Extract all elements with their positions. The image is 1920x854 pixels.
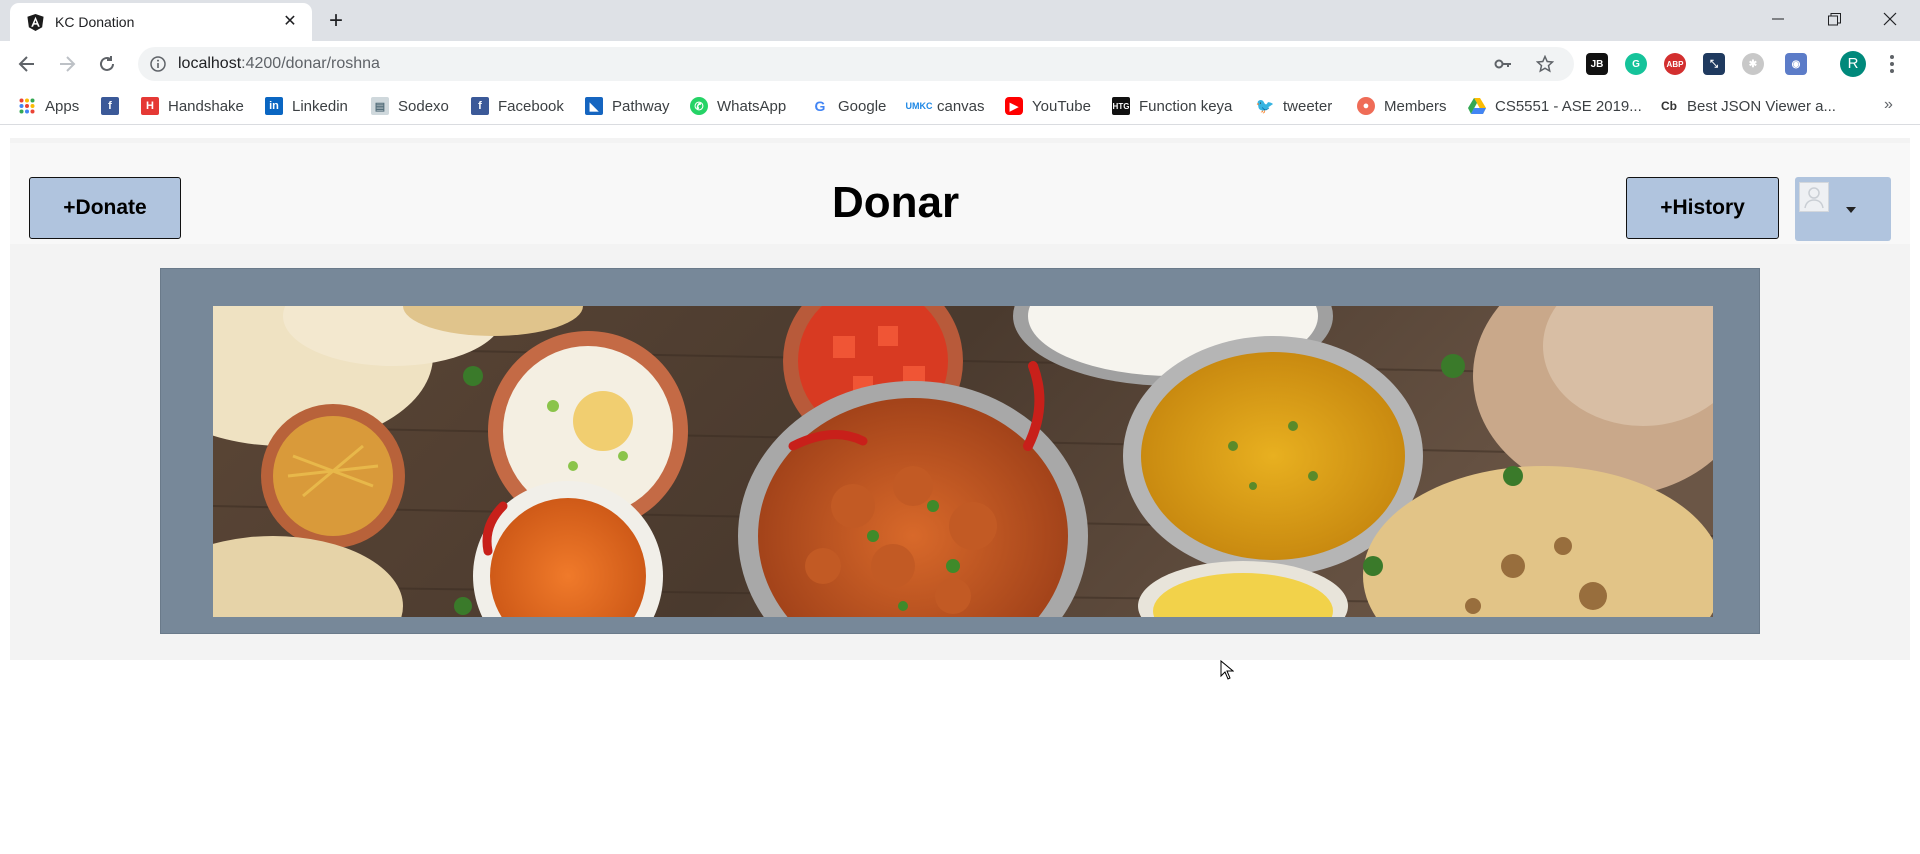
restore-icon[interactable] <box>1806 0 1862 38</box>
htg-icon: HTG <box>1112 97 1130 115</box>
pathway-icon: ◣ <box>585 97 603 115</box>
bookmark-cs5551[interactable]: CS5551 - ASE 2019... <box>1468 94 1642 118</box>
history-button[interactable]: +History <box>1626 177 1779 239</box>
forward-arrow-icon[interactable] <box>52 49 82 79</box>
profile-avatar[interactable]: R <box>1840 51 1866 77</box>
bookmark-star-icon[interactable] <box>1536 55 1554 73</box>
page-header <box>10 143 1910 244</box>
reload-icon[interactable] <box>92 49 122 79</box>
grammarly-extension-icon[interactable]: G <box>1625 53 1647 75</box>
bookmark-sodexo[interactable]: ▤ Sodexo <box>371 94 449 118</box>
bookmark-label: Best JSON Viewer a... <box>1687 97 1836 115</box>
bookmark-label: Handshake <box>168 97 244 115</box>
extension-gear-icon[interactable]: ✱ <box>1742 53 1764 75</box>
more-bookmarks-icon[interactable]: » <box>1884 96 1893 114</box>
adblock-plus-icon[interactable]: ABP <box>1664 53 1686 75</box>
bookmark-label: tweeter <box>1283 97 1333 115</box>
facebook-icon: f <box>471 97 489 115</box>
twitter-icon: 🐦 <box>1255 97 1275 115</box>
bookmark-pathway[interactable]: ◣ Pathway <box>585 94 670 118</box>
youtube-icon: ▶ <box>1005 97 1023 115</box>
bookmark-facebook-icon-only[interactable]: f <box>101 94 128 118</box>
google-drive-icon <box>1468 97 1486 115</box>
back-arrow-icon[interactable] <box>12 49 42 79</box>
cb-icon: Cb <box>1661 99 1677 113</box>
screenshot-extension-icon[interactable]: ◉ <box>1785 53 1807 75</box>
bookmark-label: Pathway <box>612 97 670 115</box>
minimize-icon[interactable] <box>1750 0 1806 38</box>
google-icon: G <box>811 97 829 115</box>
bookmark-canvas[interactable]: UMKC canvas <box>906 94 985 118</box>
angular-logo-icon <box>27 13 44 32</box>
browser-tab[interactable]: KC Donation ✕ <box>10 3 312 41</box>
key-icon[interactable] <box>1494 55 1512 73</box>
apps-grid-icon <box>18 97 36 115</box>
bookmark-label: WhatsApp <box>717 97 787 115</box>
indian-food-spread-image <box>213 306 1713 617</box>
page-title: Donar <box>832 178 960 227</box>
bookmark-function-keya[interactable]: HTG Function keya <box>1112 94 1232 118</box>
bookmark-google[interactable]: G Google <box>811 94 886 118</box>
bookmark-label: canvas <box>937 97 985 115</box>
bookmark-label: Linkedin <box>292 97 348 115</box>
bookmark-label: YouTube <box>1032 97 1091 115</box>
bookmark-json-viewer[interactable]: Cb Best JSON Viewer a... <box>1660 94 1836 118</box>
jetbrains-extension-icon[interactable]: JB <box>1586 53 1608 75</box>
donate-button[interactable]: +Donate <box>29 177 181 239</box>
facebook-icon: f <box>101 97 119 115</box>
bookmark-label: Google <box>838 97 887 115</box>
bookmark-facebook[interactable]: f Facebook <box>471 94 564 118</box>
site-info-icon[interactable] <box>150 56 166 72</box>
members-icon: ● <box>1357 97 1375 115</box>
kebab-menu-icon[interactable] <box>1881 52 1903 76</box>
bookmark-whatsapp[interactable]: ✆ WhatsApp <box>690 94 786 118</box>
linkedin-icon: in <box>265 97 283 115</box>
tab-strip: KC Donation ✕ + <box>0 0 1920 41</box>
bookmark-label: Members <box>1384 97 1447 115</box>
chevron-down-icon <box>1846 207 1856 213</box>
bookmarks-bar: Apps f H Handshake in Linkedin ▤ Sodexo … <box>0 88 1920 125</box>
close-window-icon[interactable] <box>1862 0 1918 38</box>
bookmark-label: Function keya <box>1139 97 1233 115</box>
bookmark-youtube[interactable]: ▶ YouTube <box>1005 94 1091 118</box>
bookmark-label: Facebook <box>498 97 564 115</box>
whatsapp-icon: ✆ <box>690 97 708 115</box>
extension-icon[interactable]: ⤡ <box>1703 53 1725 75</box>
bookmark-tweeter[interactable]: 🐦 tweeter <box>1256 94 1332 118</box>
mouse-cursor-icon <box>1220 660 1234 680</box>
user-menu-dropdown[interactable] <box>1795 177 1891 241</box>
bookmark-members[interactable]: ● Members <box>1357 94 1447 118</box>
tab-title: KC Donation <box>55 14 135 30</box>
sodexo-icon: ▤ <box>371 97 389 115</box>
user-avatar-icon <box>1799 182 1829 212</box>
browser-toolbar: localhost:4200/donar/roshna JB G ABP ⤡ ✱… <box>0 41 1920 88</box>
bookmark-linkedin[interactable]: in Linkedin <box>265 94 348 118</box>
address-bar[interactable]: localhost:4200/donar/roshna <box>138 47 1574 81</box>
bookmark-apps[interactable]: Apps <box>18 94 79 118</box>
bookmark-handshake[interactable]: H Handshake <box>141 94 244 118</box>
url-text[interactable]: localhost:4200/donar/roshna <box>178 55 380 73</box>
umkc-icon: UMKC <box>906 97 933 115</box>
handshake-icon: H <box>141 97 159 115</box>
bookmark-label: Sodexo <box>398 97 449 115</box>
new-tab-button[interactable]: + <box>322 8 350 36</box>
bookmark-label: Apps <box>45 97 80 115</box>
bookmark-label: CS5551 - ASE 2019... <box>1495 97 1642 115</box>
food-banner-image <box>213 306 1713 617</box>
close-tab-icon[interactable]: ✕ <box>280 12 300 32</box>
